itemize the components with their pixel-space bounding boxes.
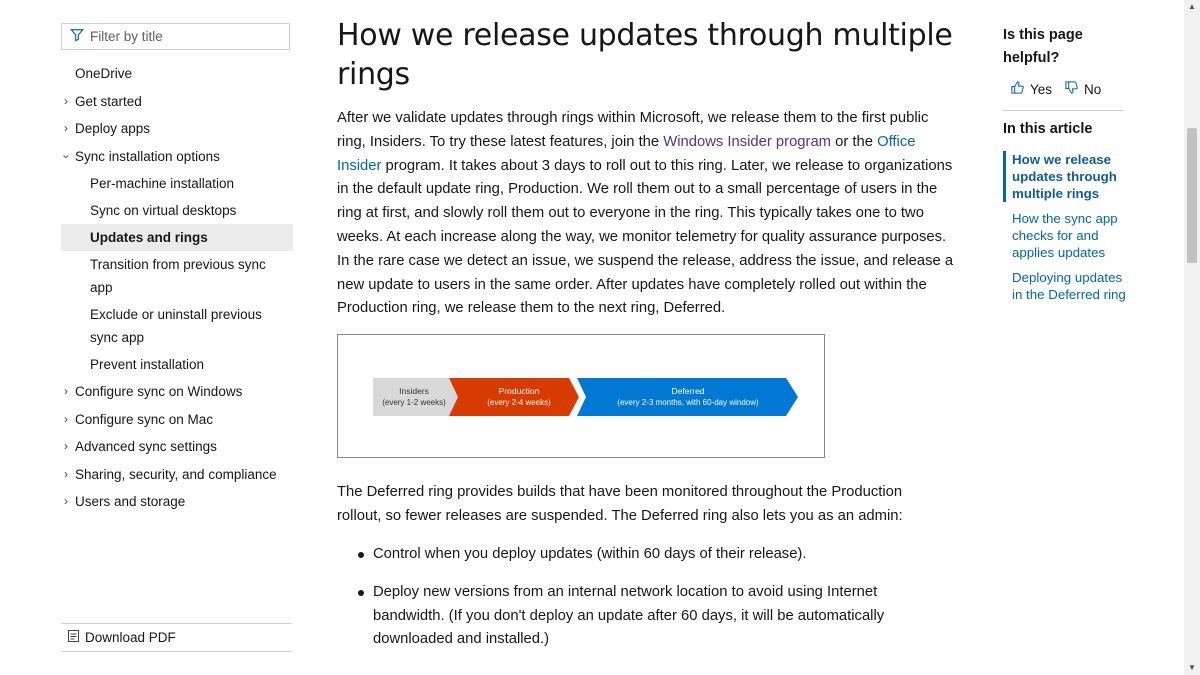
nav-item-per-machine-installation[interactable]: Per-machine installation [61, 170, 293, 197]
filter-icon [70, 28, 84, 45]
chevron-right-icon: › [64, 466, 68, 481]
nav-item-exclude-or-uninstall[interactable]: Exclude or uninstall previous sync app [61, 301, 293, 351]
deferred-ring-paragraph: The Deferred ring provides builds that h… [337, 484, 903, 524]
deferred-ring-arrow [577, 378, 798, 416]
nav-item-sync-on-virtual-desktops[interactable]: Sync on virtual desktops [61, 197, 293, 224]
chevron-right-icon: › [64, 384, 68, 398]
update-rings-diagram: Insiders (every 1-2 weeks) Production (e… [337, 334, 825, 458]
no-button[interactable]: No [1064, 80, 1101, 98]
toc-link-sync-app-checks[interactable]: How the sync app checks for and applies … [1003, 210, 1128, 261]
chevron-right-icon: › [64, 411, 68, 426]
production-ring-arrow [449, 378, 579, 416]
admin-benefits-list: Control when you deploy updates (within … [337, 543, 917, 666]
scroll-up-arrow-icon[interactable]: ▲ [1184, 0, 1200, 14]
thumbs-up-icon [1010, 80, 1025, 98]
article-content: How we release updates through multiple … [337, 0, 957, 647]
download-pdf-label: Download PDF [85, 630, 176, 645]
rail-divider [1003, 110, 1124, 111]
nav-item-transition-from-previous-sync-app[interactable]: Transition from previous sync app [61, 251, 293, 301]
vertical-scrollbar[interactable]: ▲ ▼ [1184, 0, 1200, 675]
production-ring-detail: (every 2-4 weeks) [487, 398, 551, 407]
filter-input[interactable]: Filter by title [61, 23, 290, 50]
intro-paragraph: After we validate updates through rings … [337, 110, 954, 317]
nav-item-advanced-sync-settings[interactable]: › Advanced sync settings [61, 433, 293, 461]
table-of-contents-nav: OneDrive › Get started › Deploy apps › Sync… [60, 60, 293, 516]
filter-placeholder: Filter by title [90, 29, 163, 44]
nav-item-sync-installation-options[interactable]: › Sync installation options [60, 143, 293, 171]
in-this-article-list: How we release updates through multiple … [1003, 151, 1128, 311]
nav-item-get-started[interactable]: › Get started [61, 88, 293, 116]
windows-insider-link[interactable]: Windows Insider program [663, 134, 831, 150]
chevron-right-icon: › [64, 494, 68, 508]
toc-link-deferred-ring[interactable]: Deploying updates in the Deferred ring [1003, 269, 1128, 303]
toc-link-release-rings[interactable]: How we release updates through multiple … [1003, 151, 1128, 202]
insiders-ring-name: Insiders [399, 386, 429, 396]
chevron-down-icon: › [59, 154, 74, 158]
pdf-document-icon [68, 630, 79, 645]
nav-item-configure-sync-mac[interactable]: › Configure sync on Mac [61, 406, 293, 434]
feedback-question: Is this page helpful? [1003, 27, 1083, 66]
download-pdf-button[interactable]: Download PDF [61, 623, 292, 652]
chevron-right-icon: › [64, 439, 68, 453]
thumbs-down-icon [1064, 80, 1079, 98]
yes-button[interactable]: Yes [1010, 80, 1052, 98]
nav-item-configure-sync-windows[interactable]: › Configure sync on Windows [61, 378, 293, 406]
nav-item-deploy-apps[interactable]: › Deploy apps [61, 115, 293, 143]
nav-item-onedrive[interactable]: OneDrive [61, 60, 293, 88]
feedback-buttons: Yes No [1010, 80, 1101, 98]
chevron-right-icon: › [64, 93, 68, 108]
insiders-ring-detail: (every 1-2 weeks) [382, 398, 446, 407]
deferred-ring-detail: (every 2-3 months, with 60-day window) [617, 398, 759, 407]
deferred-ring-name: Deferred [671, 386, 704, 396]
insiders-ring-arrow [373, 378, 461, 416]
production-ring-name: Production [499, 386, 540, 396]
list-item: Deploy new versions from an internal net… [337, 581, 917, 652]
page-title: How we release updates through multiple … [337, 18, 953, 92]
nav-item-sharing-security-compliance[interactable]: › Sharing, security, and compliance [61, 461, 293, 489]
scroll-down-arrow-icon[interactable]: ▼ [1184, 661, 1200, 675]
scrollbar-thumb[interactable] [1187, 128, 1197, 263]
list-item: Control when you deploy updates (within … [337, 543, 917, 567]
chevron-right-icon: › [64, 121, 68, 135]
nav-item-users-and-storage[interactable]: › Users and storage [61, 488, 293, 516]
nav-item-updates-and-rings[interactable]: Updates and rings [61, 224, 293, 251]
nav-item-prevent-installation[interactable]: Prevent installation [61, 351, 293, 378]
in-this-article-heading: In this article [1003, 121, 1093, 137]
